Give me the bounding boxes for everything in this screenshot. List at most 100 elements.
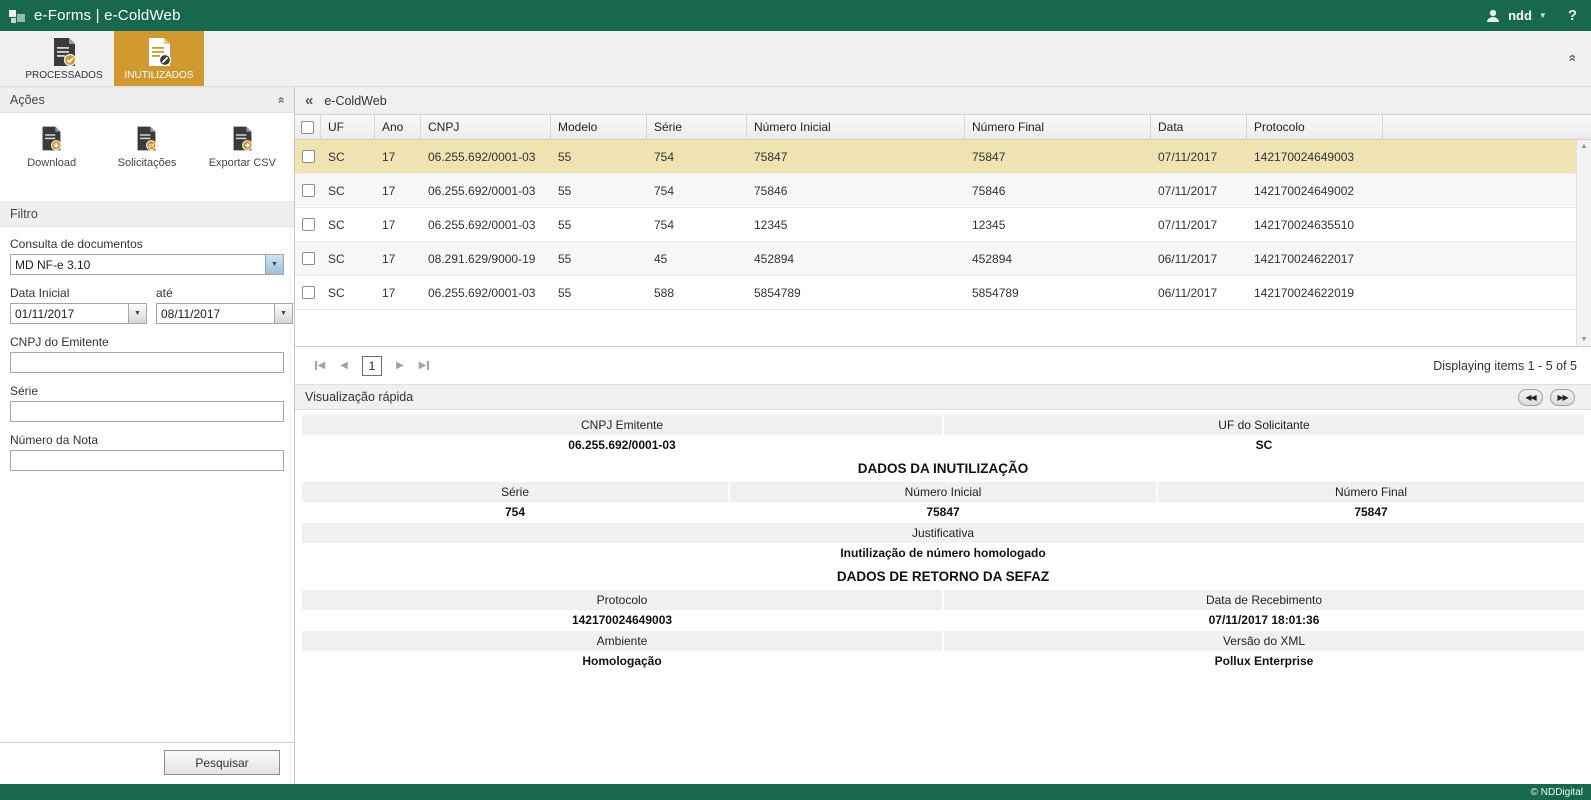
cell-cnpj: 06.255.692/0001-03 [421, 150, 551, 164]
numero-nota-input[interactable] [10, 450, 284, 471]
cell-uf: SC [321, 218, 375, 232]
field-numero-final: Número Final 75847 [1157, 482, 1585, 523]
toolbar: PROCESSADOS INUTILIZADOS » [0, 31, 1591, 87]
actions-section-header: Ações » [0, 87, 294, 113]
select-all-cell [295, 115, 321, 139]
action-label: Download [27, 157, 76, 169]
table-row[interactable]: SC 17 06.255.692/0001-03 55 754 12345 12… [295, 208, 1591, 242]
column-header-numero-final[interactable]: Número Final [965, 115, 1151, 139]
cell-cnpj: 06.255.692/0001-03 [421, 184, 551, 198]
prev-page-button[interactable]: ◀ [333, 355, 355, 377]
cnpj-input[interactable] [10, 352, 284, 373]
page-number[interactable]: 1 [362, 356, 382, 376]
grid-header-row: UF Ano CNPJ Modelo Série Número Inicial … [295, 115, 1591, 140]
collapse-panel-icon[interactable]: « [305, 92, 313, 109]
topbar-right: ndd ▼ ? [1485, 7, 1577, 24]
first-page-button[interactable]: ◀ [309, 355, 331, 377]
consulta-dropdown[interactable]: ▼ [10, 254, 284, 275]
cell-cnpj: 06.255.692/0001-03 [421, 286, 551, 300]
scroll-up-icon[interactable]: ▲ [1581, 143, 1588, 150]
column-header-uf[interactable]: UF [321, 115, 375, 139]
column-header-modelo[interactable]: Modelo [551, 115, 647, 139]
field-label: Ambiente [302, 631, 942, 651]
table-row[interactable]: SC 17 06.255.692/0001-03 55 754 75846 75… [295, 174, 1591, 208]
table-row[interactable]: SC 17 06.255.692/0001-03 55 588 5854789 … [295, 276, 1591, 310]
help-button[interactable]: ? [1568, 7, 1577, 24]
last-page-button[interactable]: ▶ [413, 355, 435, 377]
cell-uf: SC [321, 252, 375, 266]
select-all-checkbox[interactable] [301, 121, 314, 134]
row-checkbox[interactable] [302, 286, 315, 299]
column-header-protocolo[interactable]: Protocolo [1247, 115, 1383, 139]
download-button[interactable]: Download [7, 125, 97, 169]
serie-label: Série [10, 384, 284, 398]
sidebar: Ações » Download [0, 87, 295, 784]
field-label: Número Final [1158, 482, 1584, 502]
row-checkbox[interactable] [302, 150, 315, 163]
action-label: Solicitações [118, 157, 177, 169]
scroll-down-icon[interactable]: ▼ [1581, 336, 1588, 343]
chevron-down-icon[interactable]: ▼ [128, 304, 146, 323]
column-header-ano[interactable]: Ano [375, 115, 421, 139]
vertical-scrollbar[interactable]: ▲ ▼ [1576, 140, 1591, 346]
cell-data: 06/11/2017 [1151, 252, 1247, 266]
user-menu[interactable]: ndd [1508, 8, 1532, 23]
tab-label: PROCESSADOS [25, 70, 102, 81]
field-label: Protocolo [302, 590, 942, 610]
table-row[interactable]: SC 17 08.291.629/9000-19 55 45 452894 45… [295, 242, 1591, 276]
grid-title: e-ColdWeb [324, 94, 386, 108]
solicitacoes-button[interactable]: ⇄ Solicitações [102, 125, 192, 169]
chevron-down-icon[interactable]: ▼ [274, 304, 292, 323]
filter-section-header: Filtro [0, 201, 294, 227]
grid-body: SC 17 06.255.692/0001-03 55 754 75847 75… [295, 140, 1591, 347]
chevron-down-icon[interactable]: ▼ [265, 255, 283, 274]
next-record-button[interactable]: ▶▶ [1550, 389, 1575, 406]
data-inicial-input[interactable] [11, 304, 128, 323]
previous-record-button[interactable]: ◀◀ [1518, 389, 1543, 406]
cell-ano: 17 [375, 150, 421, 164]
consulta-input[interactable] [11, 255, 265, 274]
cell-numero-inicial: 452894 [747, 252, 965, 266]
row-checkbox[interactable] [302, 218, 315, 231]
row-checkbox[interactable] [302, 252, 315, 265]
tab-processados[interactable]: PROCESSADOS [19, 31, 109, 86]
column-header-data[interactable]: Data [1151, 115, 1247, 139]
serie-input[interactable] [10, 401, 284, 422]
field-label: CNPJ Emitente [302, 415, 942, 435]
column-header-cnpj[interactable]: CNPJ [421, 115, 551, 139]
next-page-button[interactable]: ▶ [389, 355, 411, 377]
actions-title: Ações [10, 93, 45, 107]
cell-numero-final: 452894 [965, 252, 1151, 266]
table-row[interactable]: SC 17 06.255.692/0001-03 55 754 75847 75… [295, 140, 1591, 174]
content-area: Ações » Download [0, 87, 1591, 784]
field-numero-inicial: Número Inicial 75847 [729, 482, 1157, 523]
column-header-numero-inicial[interactable]: Número Inicial [747, 115, 965, 139]
field-value: SC [943, 435, 1585, 456]
action-label: Exportar CSV [209, 157, 276, 169]
row-checkbox[interactable] [302, 184, 315, 197]
cell-ano: 17 [375, 184, 421, 198]
cell-uf: SC [321, 286, 375, 300]
cell-modelo: 55 [551, 286, 647, 300]
grid-titlebar: « e-ColdWeb [295, 87, 1591, 115]
data-inicial-picker[interactable]: ▼ [10, 303, 147, 324]
pesquisar-button[interactable]: Pesquisar [164, 750, 280, 775]
user-icon [1485, 8, 1501, 24]
data-final-input[interactable] [157, 304, 274, 323]
data-final-picker[interactable]: ▼ [156, 303, 293, 324]
preview-header: Visualização rápida ◀◀ ▶▶ [295, 384, 1591, 410]
chevron-double-up-icon[interactable]: » [274, 97, 288, 104]
preview-title: Visualização rápida [305, 390, 413, 404]
cell-data: 07/11/2017 [1151, 150, 1247, 164]
column-header-serie[interactable]: Série [647, 115, 747, 139]
cell-numero-final: 75847 [965, 150, 1151, 164]
cell-numero-inicial: 12345 [747, 218, 965, 232]
chevron-down-icon[interactable]: ▼ [1539, 11, 1547, 20]
field-value: 06.255.692/0001-03 [301, 435, 943, 456]
collapse-toolbar-button[interactable]: » [1567, 50, 1575, 68]
exportar-csv-button[interactable]: Exportar CSV [197, 125, 287, 169]
cell-cnpj: 08.291.629/9000-19 [421, 252, 551, 266]
tab-inutilizados[interactable]: INUTILIZADOS [114, 31, 204, 86]
field-label: UF do Solicitante [944, 415, 1584, 435]
cell-numero-inicial: 75846 [747, 184, 965, 198]
